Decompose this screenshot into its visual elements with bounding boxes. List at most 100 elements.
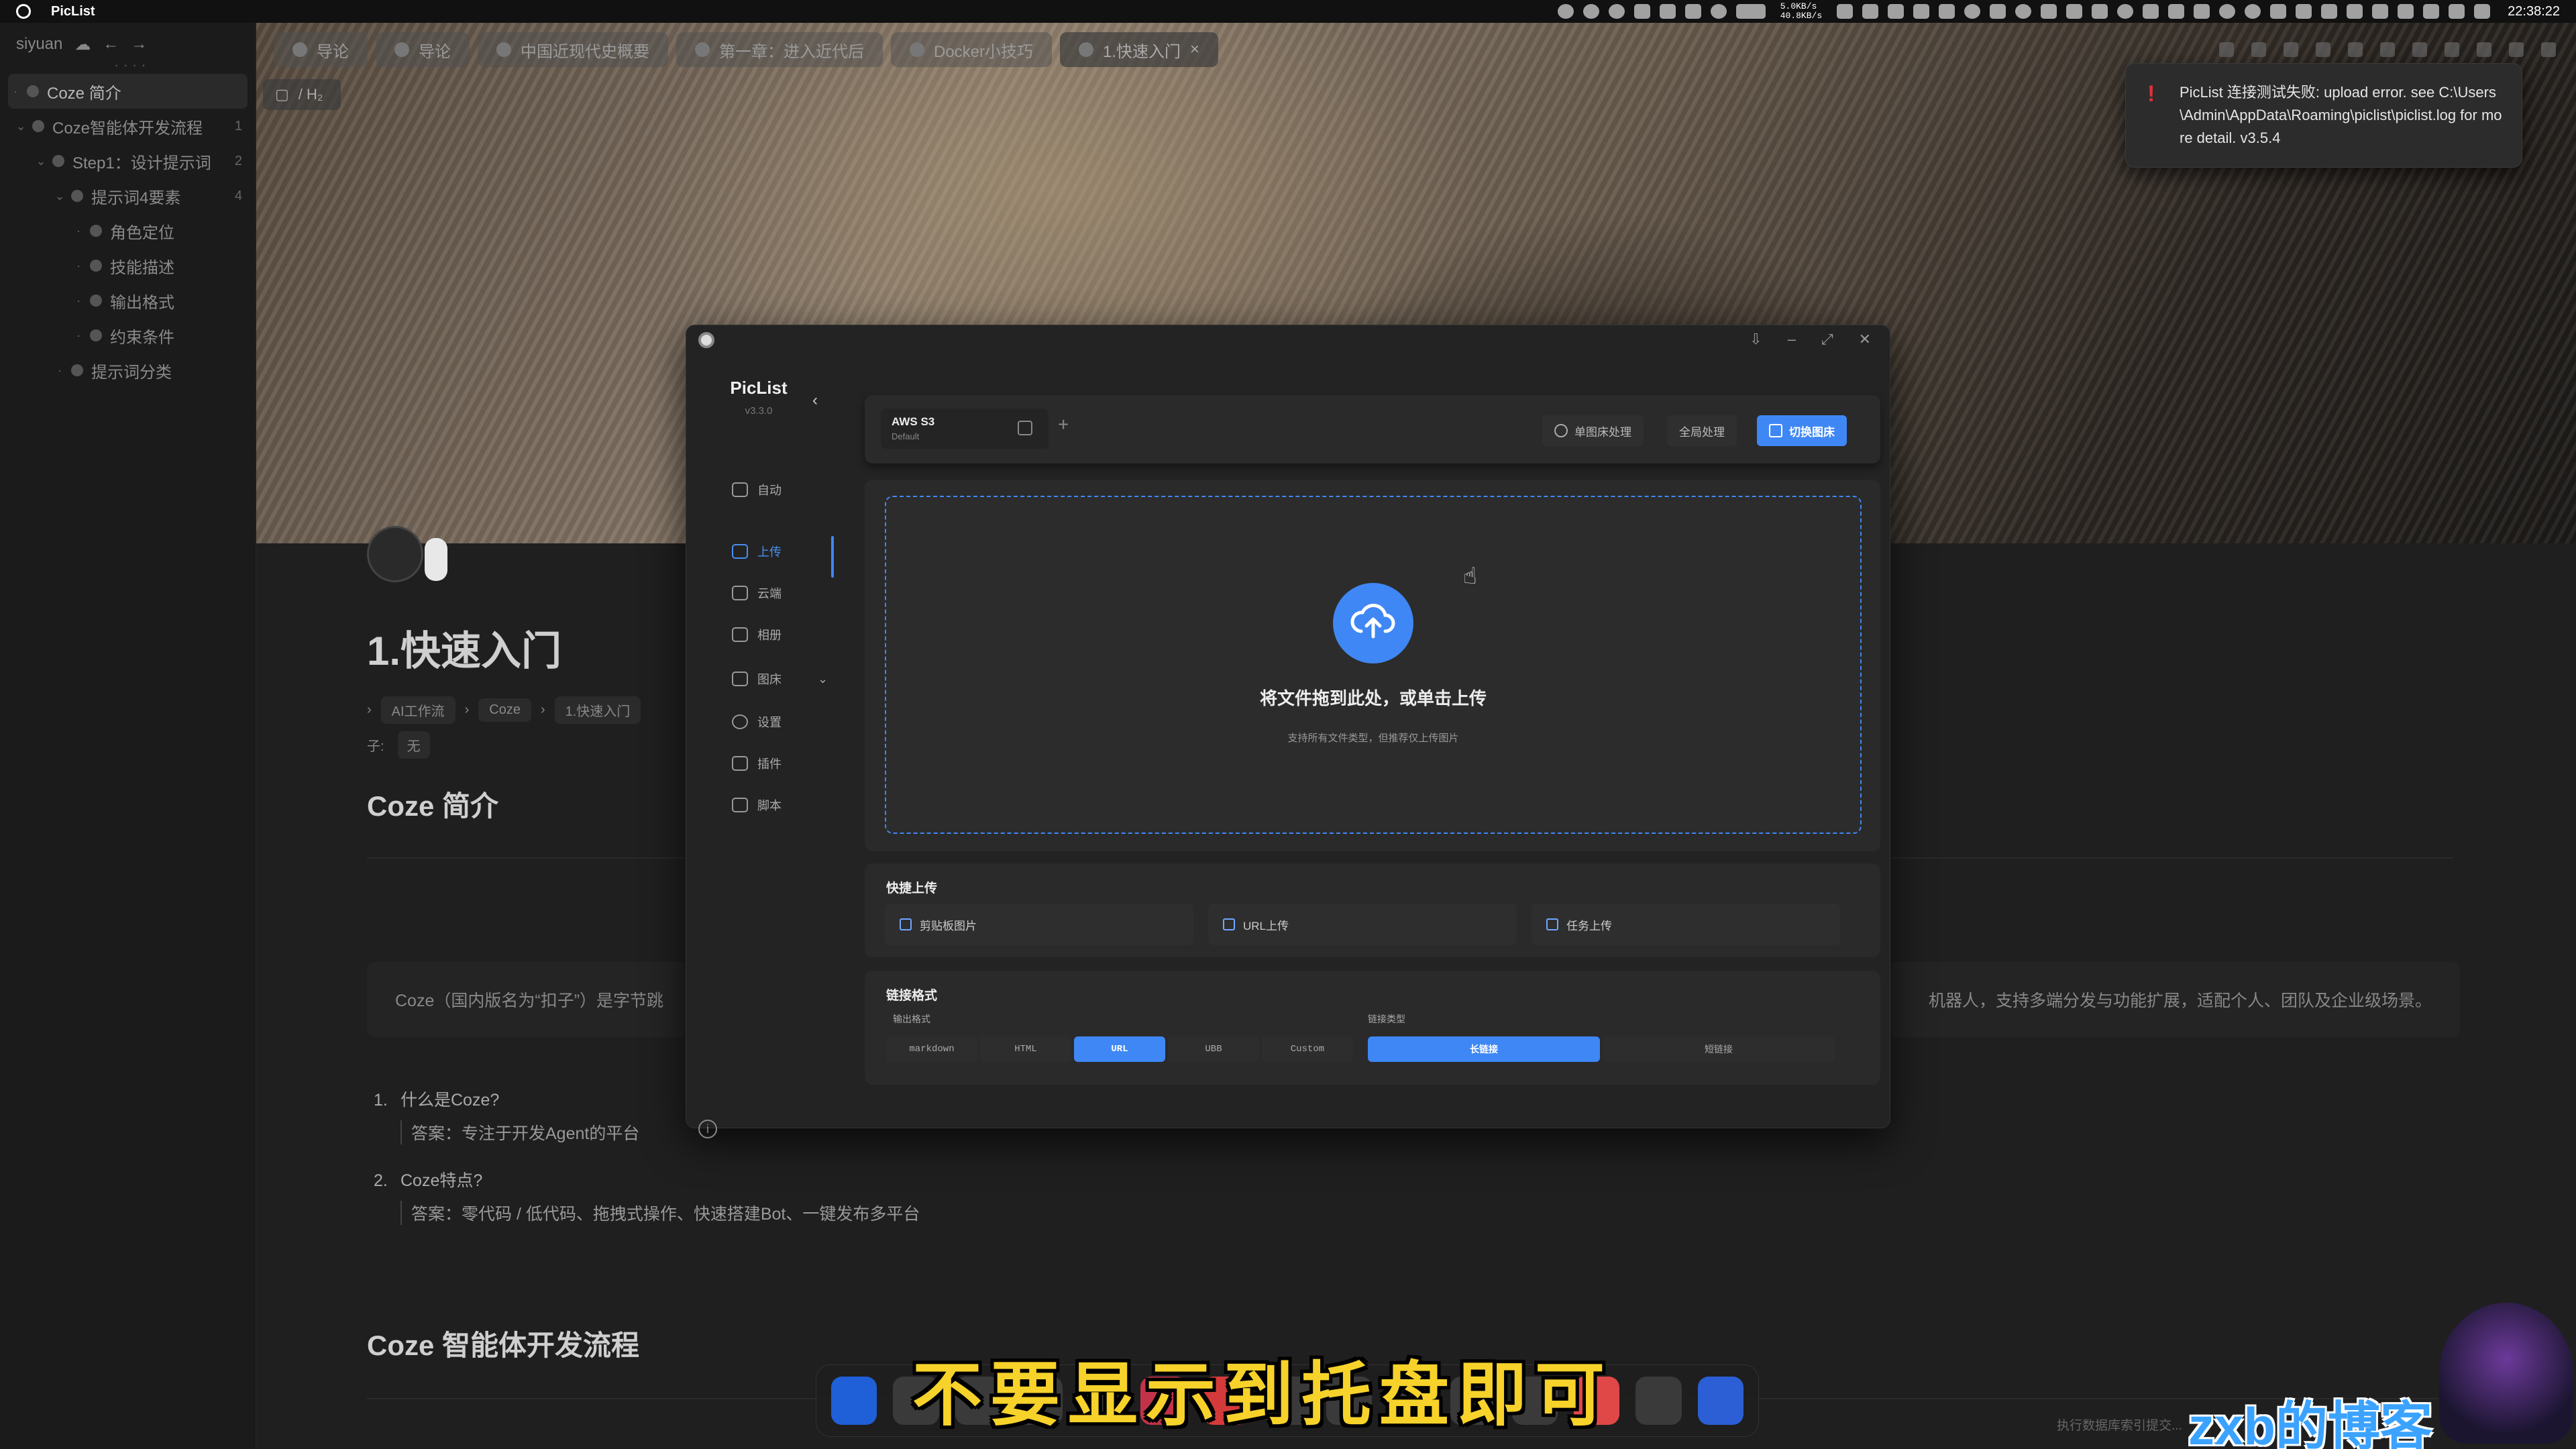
breadcrumb-item[interactable]: AI工作流 — [380, 696, 455, 724]
tray-app-icon[interactable] — [1633, 4, 1650, 19]
breadcrumb-item[interactable]: Coze — [478, 698, 531, 722]
tray-app-icon[interactable] — [1964, 4, 1981, 19]
tray-volume-icon[interactable] — [2423, 4, 2440, 19]
format-markdown-button[interactable]: markdown — [886, 1036, 977, 1062]
dock-app-icon[interactable] — [1635, 1377, 1682, 1425]
outline-item[interactable]: ⌄ Step1：设计提示词 2 — [0, 144, 256, 178]
mini-breadcrumb[interactable]: ▢ / H₂ — [263, 79, 341, 110]
window-titlebar[interactable]: ⇩ – ⤢ ✕ — [686, 325, 1890, 352]
tray-app-icon[interactable] — [1913, 4, 1930, 19]
close-icon[interactable]: ✕ — [1859, 331, 1871, 348]
workspace-name[interactable]: siyuan — [16, 35, 62, 54]
task-upload-button[interactable]: 任务上传 — [1532, 904, 1840, 945]
tray-bluetooth-icon[interactable] — [2347, 4, 2363, 19]
tray-app-icon[interactable] — [1862, 4, 1879, 19]
tray-app-icon[interactable] — [1990, 4, 2006, 19]
back-icon[interactable]: ← — [103, 35, 119, 54]
heading-coze-flow[interactable]: Coze 智能体开发流程 — [367, 1323, 639, 1364]
tray-steam-icon[interactable] — [1608, 4, 1625, 19]
chevron-down-icon[interactable]: ⌄ — [818, 672, 828, 686]
collapse-sidebar-icon[interactable]: ‹ — [812, 391, 818, 410]
tray-app-icon[interactable] — [1888, 4, 1904, 19]
nav-upload[interactable]: 上传 — [732, 543, 782, 560]
tray-app-icon[interactable] — [2117, 4, 2134, 19]
outline-item[interactable]: · 约束条件 — [0, 318, 256, 353]
tray-app-icon[interactable] — [1710, 4, 1727, 19]
switch-picbed-button[interactable]: 切换图床 — [1757, 415, 1847, 446]
tray-app-icon[interactable] — [1684, 4, 1701, 19]
single-picbed-button[interactable]: 单图床处理 — [1542, 415, 1644, 446]
tray-wifi-icon[interactable] — [2372, 4, 2389, 19]
heading-coze-intro[interactable]: Coze 简介 — [367, 784, 498, 824]
outline-item[interactable]: ⌄ Coze智能体开发流程 1 — [0, 109, 256, 144]
tray-input-method-icon[interactable] — [2449, 4, 2465, 19]
toolbar-icon[interactable] — [2380, 42, 2395, 57]
toolbar-icon[interactable] — [2348, 42, 2363, 57]
document-title[interactable]: 1.快速入门 — [367, 619, 561, 677]
toolbar-icon[interactable] — [2316, 42, 2330, 57]
minimize-icon[interactable]: – — [1788, 331, 1796, 348]
format-url-button[interactable]: URL — [1074, 1036, 1165, 1062]
cloud-icon[interactable]: ☁ — [74, 35, 91, 54]
list-item[interactable]: 1. 什么是Coze? 答案：专注于开发Agent的平台 — [374, 1087, 639, 1144]
toolbar-icon[interactable] — [2284, 42, 2298, 57]
minimize-icon[interactable] — [2477, 42, 2491, 57]
nav-plugins[interactable]: 插件 — [732, 755, 782, 772]
nav-cloud[interactable]: 云端 — [732, 584, 782, 602]
list-item[interactable]: 2. Coze特点? 答案：零代码 / 低代码、拖拽式操作、快速搭建Bot、一键发… — [374, 1167, 920, 1225]
tab[interactable]: 导论 — [376, 32, 470, 67]
search-icon[interactable] — [2445, 42, 2459, 57]
maximize-icon[interactable] — [2509, 42, 2524, 57]
outline-item[interactable]: · 角色定位 — [0, 213, 256, 248]
tray-app-icon[interactable] — [2066, 4, 2083, 19]
tray-app-icon[interactable] — [2015, 4, 2032, 19]
outline-item[interactable]: · 技能描述 — [0, 248, 256, 283]
tray-volume-icon[interactable] — [2092, 4, 2108, 19]
pin-icon[interactable]: ⇩ — [1750, 331, 1762, 348]
info-icon[interactable]: i — [698, 1120, 717, 1138]
outline-item[interactable]: · Coze 简介 — [8, 74, 248, 109]
tray-app-icon[interactable] — [2168, 4, 2185, 19]
add-tab-icon[interactable] — [2219, 42, 2234, 57]
tray-app-icon[interactable] — [2270, 4, 2287, 19]
nav-settings[interactable]: 设置 — [732, 713, 782, 731]
tray-app-icon[interactable] — [2143, 4, 2159, 19]
tray-app-icon[interactable] — [1659, 4, 1676, 19]
tray-app-icon[interactable] — [2194, 4, 2210, 19]
url-upload-button[interactable]: URL上传 — [1208, 904, 1517, 945]
tab[interactable]: 中国近现代史概要 — [478, 32, 668, 67]
tray-control-center-icon[interactable] — [2474, 4, 2491, 19]
chevron-down-icon[interactable]: ⌄ — [13, 119, 28, 133]
nav-auto[interactable]: 自动 — [732, 481, 782, 498]
upload-dropzone[interactable]: 将文件拖到此处，或单击上传 支持所有文件类型，但推荐仅上传图片 ☝ — [885, 496, 1862, 834]
chevron-down-icon[interactable]: ⌄ — [34, 154, 48, 168]
tray-app-icon[interactable] — [1939, 4, 1955, 19]
error-notification[interactable]: ! PicList 连接测试失败: upload error. see C:\U… — [2125, 63, 2522, 168]
tray-battery-icon[interactable] — [1735, 4, 1766, 19]
tray-search-icon[interactable] — [2296, 4, 2312, 19]
close-tab-icon[interactable]: × — [1190, 40, 1199, 59]
chevron-down-icon[interactable] — [2251, 42, 2266, 57]
format-html-button[interactable]: HTML — [980, 1036, 1071, 1062]
tray-app-icon[interactable] — [2041, 4, 2057, 19]
nav-scripts[interactable]: 脚本 — [732, 796, 782, 814]
tray-microphone-icon[interactable] — [2321, 4, 2338, 19]
chevron-down-icon[interactable]: ⌄ — [52, 189, 67, 203]
tray-app-icon[interactable] — [1837, 4, 1854, 19]
tray-app-icon[interactable] — [1557, 4, 1574, 19]
link-type-long-button[interactable]: 长链接 — [1368, 1036, 1600, 1062]
tab[interactable]: 第一章：进入近代后 — [676, 32, 883, 67]
tray-app-icon[interactable] — [2245, 4, 2261, 19]
outline-item[interactable]: · 提示词分类 — [0, 353, 256, 388]
format-custom-button[interactable]: Custom — [1262, 1036, 1353, 1062]
dock-app-icon[interactable] — [831, 1377, 877, 1425]
attribute-value[interactable]: 无 — [397, 731, 430, 759]
clipboard-upload-button[interactable]: 剪贴板图片 — [885, 904, 1193, 945]
nav-picbed[interactable]: 图床 ⌄ — [732, 670, 828, 688]
active-app-name[interactable]: PicList — [51, 4, 95, 19]
format-ubb-button[interactable]: UBB — [1168, 1036, 1259, 1062]
tab-active[interactable]: 1.快速入门 × — [1060, 32, 1219, 67]
apple-menu-icon[interactable] — [16, 4, 31, 19]
global-process-button[interactable]: 全局处理 — [1667, 415, 1737, 446]
tray-app-icon[interactable] — [2219, 4, 2236, 19]
